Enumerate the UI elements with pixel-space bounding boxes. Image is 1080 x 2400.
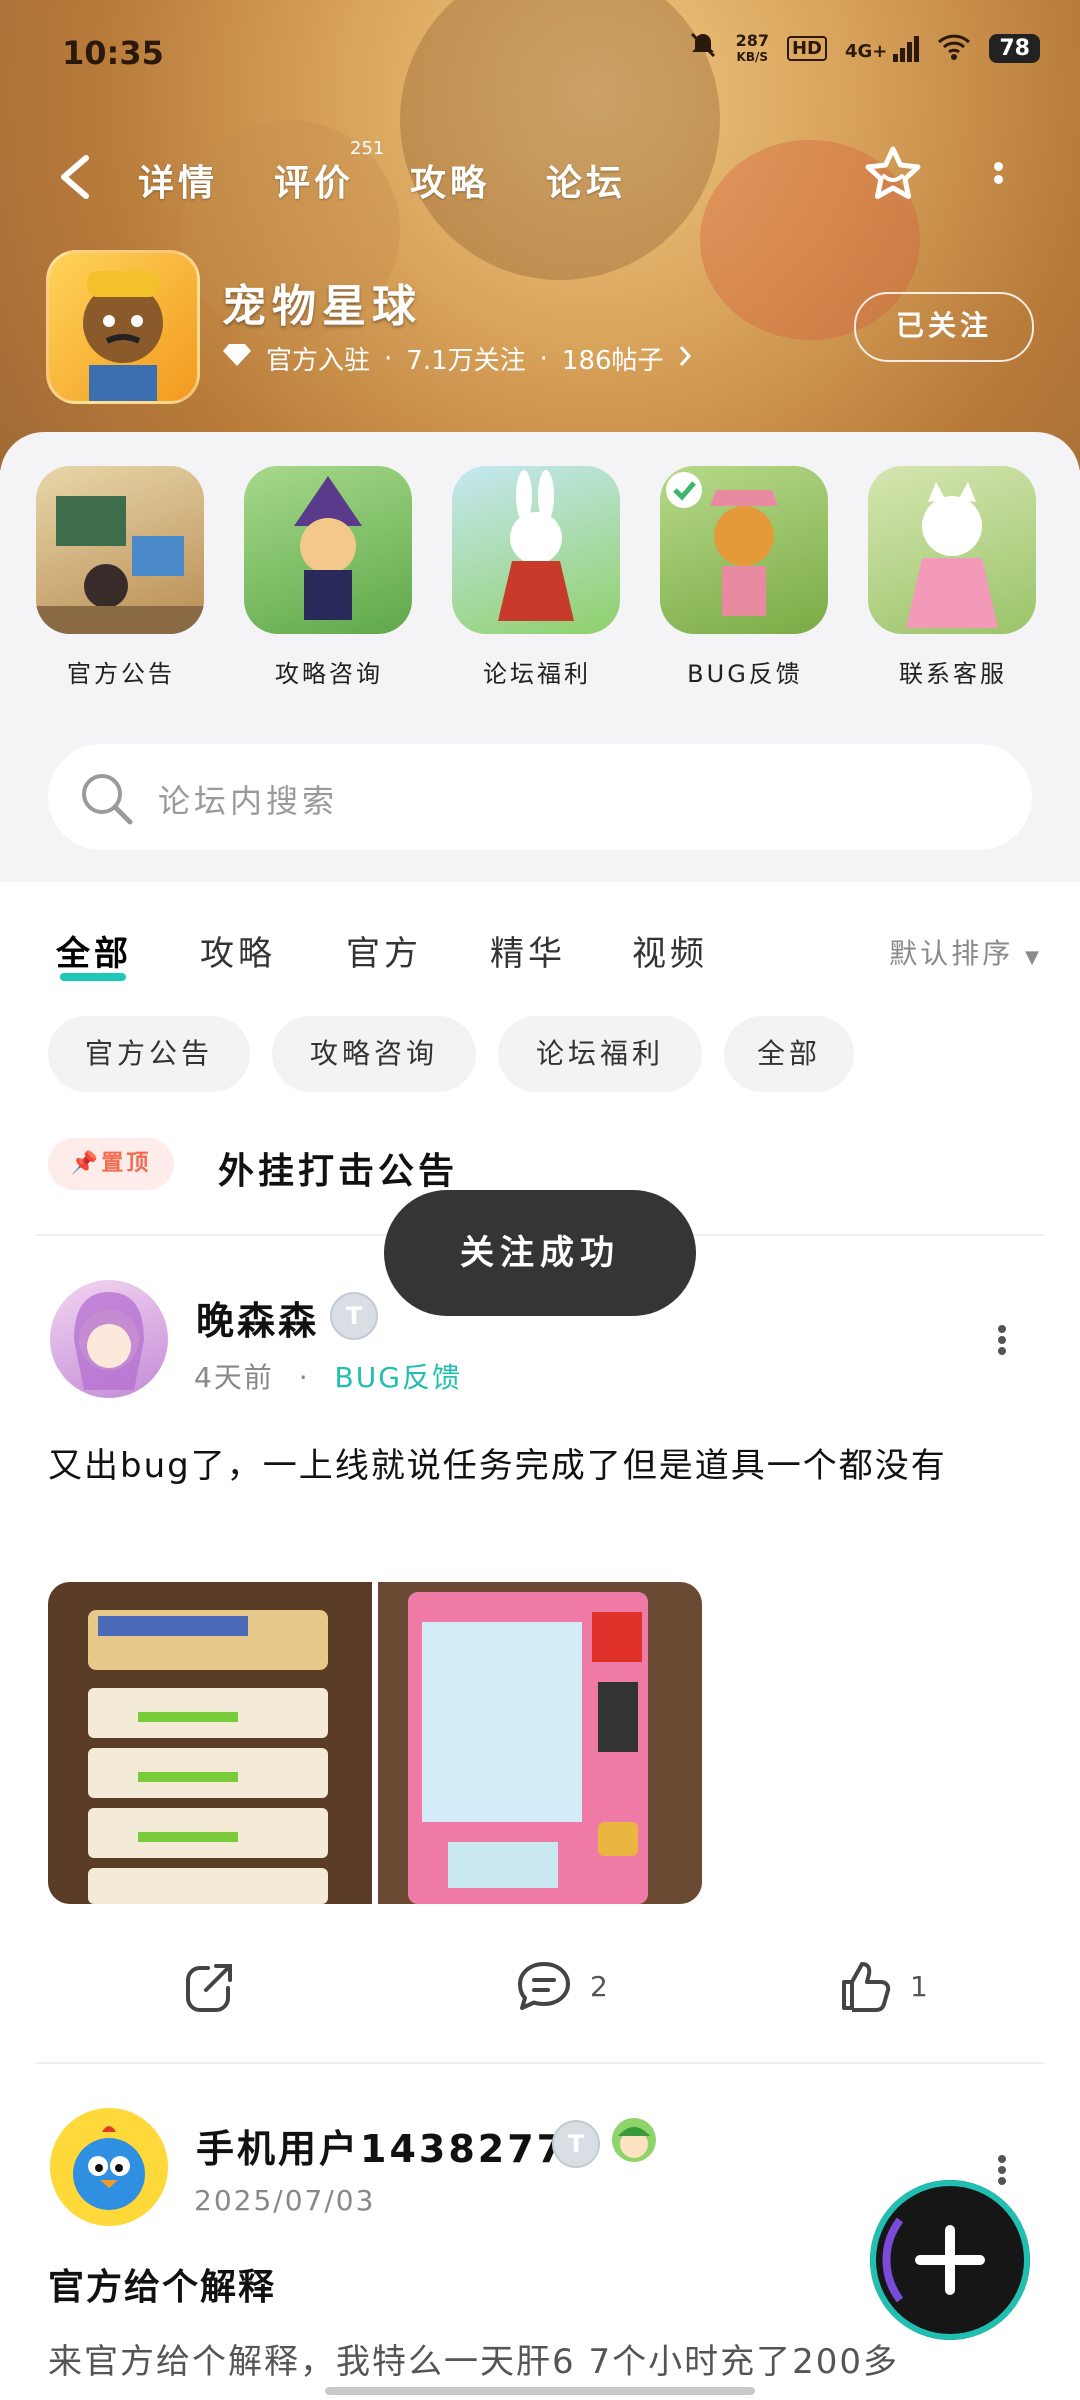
diamond-icon [222,342,252,375]
post-text[interactable]: 又出bug了，一上线就说任务完成了但是道具一个都没有 [48,1434,1038,1498]
post-tag[interactable]: BUG反馈 [335,1361,462,1394]
filter-tabs: 全部 攻略 官方 精华 视频 默认排序 ▼ [0,900,1080,990]
username[interactable]: 手机用户14382770 [196,2118,596,2173]
filter-tab-official[interactable]: 官方 [346,926,422,975]
followers-count: 7.1万关注 [406,346,526,376]
category-label: 攻略咨询 [275,660,383,688]
divider [36,2062,1044,2064]
pinned-post-title[interactable]: 外挂打击公告 [218,1142,458,1194]
filter-tab-all[interactable]: 全部 [56,926,132,981]
chip-announcements[interactable]: 官方公告 [48,1016,250,1092]
post-date: 2025/07/03 [194,2184,376,2217]
username[interactable]: 晚森森 [196,1290,319,1345]
star-icon [865,146,921,199]
level-badge: T [552,2120,600,2168]
category-chips: 官方公告 攻略咨询 论坛福利 全部 [0,1016,1080,1096]
category-customer-service[interactable]: 联系客服 [868,466,1038,689]
like-button[interactable]: 1 [836,1958,928,2014]
network-speed: 287 KB/S [735,30,769,64]
comment-icon [518,1962,570,2010]
game-title: 宠物星球 [222,281,422,332]
post-image[interactable] [378,1582,702,1904]
posts-count[interactable]: 186帖子 [562,340,664,377]
category-bug-report[interactable]: BUG反馈 [660,466,830,689]
wifi-icon [937,33,971,65]
game-icon [46,250,200,404]
chip-all[interactable]: 全部 [724,1016,854,1092]
toast-message: 关注成功 [384,1190,696,1316]
achievement-badge-icon [608,2114,660,2166]
like-count: 1 [910,1969,928,2003]
category-welfare-image [452,466,620,634]
category-announcements-image [36,466,204,634]
avatar[interactable] [50,1280,168,1398]
review-count-badge: 251 [350,138,385,159]
avatar[interactable] [50,2108,168,2226]
share-button[interactable] [182,1958,238,2014]
game-meta: 官方入驻 · 7.1万关注 · 186帖子 [222,340,692,377]
home-indicator[interactable] [325,2387,755,2395]
forum-search-bar[interactable]: 论坛内搜索 [48,744,1032,850]
post-meta: 4天前 · BUG反馈 [194,1361,462,1394]
sort-dropdown[interactable]: 默认排序 ▼ [889,932,1042,972]
post-image[interactable] [48,1582,372,1904]
status-time: 10:35 [62,34,164,72]
top-navigation: 详情 评价 251 攻略 论坛 [0,138,1080,220]
category-announcements[interactable]: 官方公告 [36,466,206,689]
chip-welfare[interactable]: 论坛福利 [498,1016,702,1092]
forum-categories: 官方公告 攻略咨询 论坛福利 BUG反馈 联系客服 [0,466,1080,706]
comment-count: 2 [590,1969,608,2003]
filter-tab-videos[interactable]: 视频 [632,926,708,975]
create-post-button[interactable] [870,2180,1030,2340]
mute-bell-icon [688,30,718,67]
tab-details[interactable]: 详情 [138,154,218,206]
share-icon [186,1964,232,2012]
more-options-button[interactable] [990,158,1006,198]
category-welfare[interactable]: 论坛福利 [452,466,622,689]
back-button[interactable] [56,154,96,200]
filter-tab-guides[interactable]: 攻略 [200,926,276,975]
hd-icon: HD [786,36,827,61]
follow-button[interactable]: 已关注 [854,292,1034,362]
status-bar: 10:35 287 KB/S HD 4G+ 78 [0,0,1080,110]
category-bug-report-image [660,466,828,634]
chevron-right-icon [678,344,692,374]
post-images [48,1582,702,1904]
pinned-badge: 📌置顶 [48,1138,174,1190]
level-badge: T [330,1292,378,1340]
comment-button[interactable]: 2 [514,1958,608,2014]
signal-icon: 4G+ [845,35,920,62]
chevron-left-icon [61,155,89,199]
chip-guides[interactable]: 攻略咨询 [272,1016,476,1092]
tab-forum[interactable]: 论坛 [546,154,627,208]
search-input[interactable]: 论坛内搜索 [158,776,338,822]
tab-guides[interactable]: 攻略 [410,154,490,206]
sort-label: 默认排序 [889,937,1014,970]
category-label: 论坛福利 [483,660,591,688]
category-label: BUG反馈 [687,660,803,688]
pin-icon: 📌 [70,1151,102,1176]
category-label: 官方公告 [67,660,175,688]
tab-reviews[interactable]: 评价 [274,154,354,206]
post-time: 4天前 [194,1361,274,1394]
battery-indicator: 78 [989,34,1040,63]
post-actions: 2 1 [0,1950,1080,2020]
search-icon [78,770,134,826]
official-label: 官方入驻 [266,346,371,376]
category-guides[interactable]: 攻略咨询 [244,466,414,689]
category-customer-service-image [868,466,1036,634]
post-more-button[interactable] [996,1322,1008,1356]
plus-icon [882,2217,985,2303]
category-label: 联系客服 [899,660,1007,688]
thumbs-up-icon [842,1962,891,2012]
caret-down-icon: ▼ [1025,947,1042,968]
filter-tab-featured[interactable]: 精华 [490,926,566,975]
favorite-button[interactable] [862,144,924,206]
category-guides-image [244,466,412,634]
